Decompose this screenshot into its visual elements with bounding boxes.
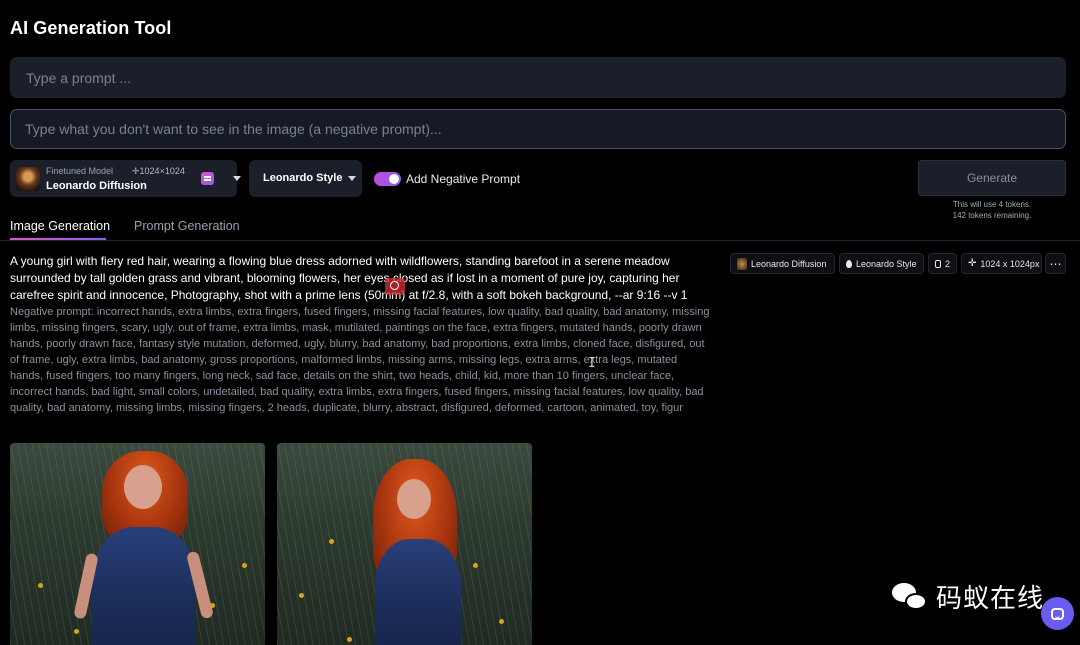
figure-dress [375, 539, 461, 645]
generated-image-2[interactable] [277, 443, 532, 645]
prompt-placeholder: Type a prompt ... [26, 69, 132, 86]
figure-dress [92, 527, 196, 645]
chip-dimensions-label: 1024 x 1024px [980, 258, 1040, 269]
more-icon: ⋯ [1049, 256, 1062, 271]
generated-image-1[interactable] [10, 443, 265, 645]
tab-image-generation[interactable]: Image Generation [10, 219, 110, 233]
chat-button[interactable] [1041, 597, 1074, 630]
model-size: ✛1024×1024 [132, 166, 185, 176]
negative-prompt-toggle-label: Add Negative Prompt [406, 172, 521, 186]
flower [74, 629, 79, 634]
flower [299, 593, 304, 598]
negative-prompt-input[interactable]: Type what you don't want to see in the i… [10, 109, 1066, 149]
negative-prompt-toggle[interactable] [374, 172, 401, 186]
model-select[interactable]: Finetuned Model ✛1024×1024 Leonardo Diff… [10, 160, 241, 197]
flower [473, 563, 478, 568]
prompt-input[interactable]: Type a prompt ... [10, 57, 1066, 98]
more-options-button[interactable]: ⋯ [1045, 253, 1066, 274]
tab-prompt-generation[interactable]: Prompt Generation [134, 219, 240, 233]
toggle-knob [389, 174, 399, 184]
chevron-down-icon[interactable] [233, 176, 241, 181]
chip-image-count[interactable]: 2 [928, 253, 957, 274]
figure-face [397, 479, 431, 519]
chip-count-label: 2 [944, 258, 950, 269]
drop-icon [846, 259, 852, 268]
chip-style[interactable]: Leonardo Style [839, 253, 924, 274]
token-usage-note: This will use 4 tokens. [952, 200, 1032, 209]
model-thumbnail-icon [737, 257, 747, 270]
flower [329, 539, 334, 544]
chip-model[interactable]: Leonardo Diffusion [730, 253, 835, 274]
model-name: Leonardo Diffusion [46, 180, 147, 192]
chevron-down-icon [348, 176, 356, 181]
negative-prompt-placeholder: Type what you don't want to see in the i… [25, 121, 442, 137]
generation-prompt: A young girl with fiery red hair, wearin… [10, 254, 688, 302]
move-arrows-icon: ✛ [968, 257, 977, 269]
chip-style-label: Leonardo Style [856, 258, 917, 269]
app-title: AI Generation Tool [10, 18, 172, 38]
model-thumbnail [16, 167, 40, 191]
watermark-text: 码蚁在线 [936, 584, 1045, 614]
model-caption: Finetuned Model [46, 166, 114, 176]
zoom-cursor-icon [385, 278, 405, 295]
chip-dimensions[interactable]: ✛ 1024 x 1024px [961, 253, 1042, 274]
style-select[interactable]: Leonardo Style [249, 160, 362, 197]
logo-bubble [905, 592, 927, 610]
tokens-remaining-note: 142 tokens remaining. [952, 211, 1032, 220]
chip-model-label: Leonardo Diffusion [751, 258, 827, 269]
flower [242, 563, 247, 568]
wechat-logo [892, 581, 930, 613]
flower [499, 619, 504, 624]
text-cursor-icon: I [588, 356, 596, 371]
flower [38, 583, 43, 588]
image-stack-icon [935, 259, 941, 268]
generation-negative-prompt: Negative prompt: incorrect hands, extra … [10, 306, 710, 414]
tab-divider [0, 240, 1080, 241]
figure-face [124, 465, 162, 509]
style-select-label: Leonardo Style [263, 172, 343, 184]
style-icon[interactable] [201, 172, 214, 185]
chat-icon [1051, 607, 1064, 620]
watermark: 码蚁在线 [892, 578, 1044, 615]
generate-button[interactable]: Generate [918, 160, 1066, 196]
flower [347, 637, 352, 642]
